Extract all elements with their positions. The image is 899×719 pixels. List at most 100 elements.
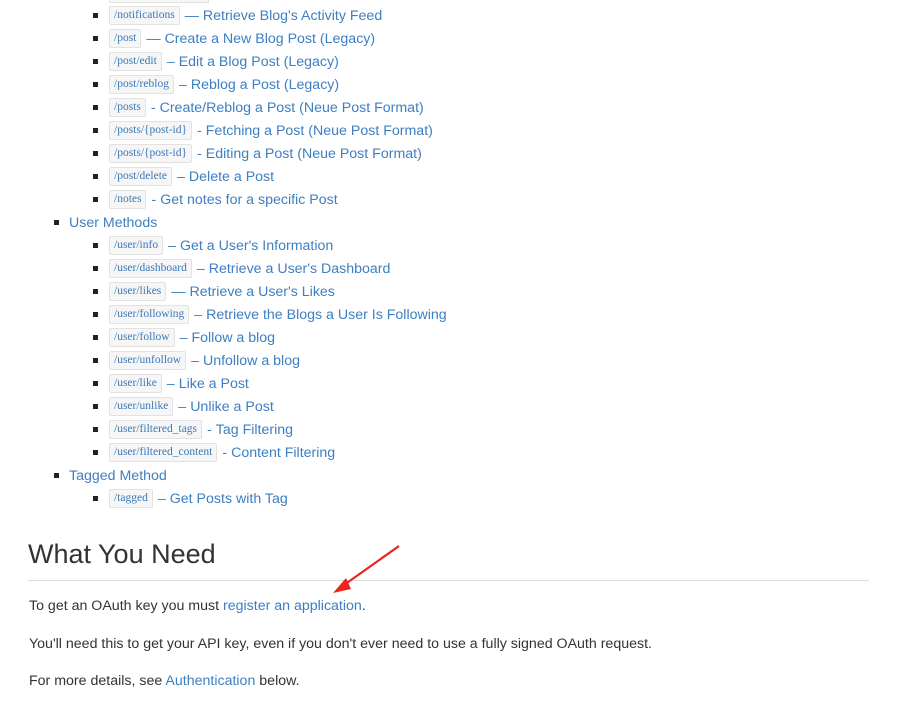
heading-divider (28, 580, 869, 581)
list-bullet (93, 312, 98, 317)
method-link[interactable]: Create a New Blog Post (Legacy) (165, 31, 376, 47)
method-link[interactable]: Like a Post (179, 376, 249, 392)
register-application-link[interactable]: register an application (223, 598, 362, 614)
user-methods-category: User Methods (69, 211, 157, 234)
method-link[interactable]: Tag Filtering (216, 422, 293, 438)
separator: – (196, 260, 205, 277)
endpoint-code: /notes (109, 190, 147, 209)
method-link[interactable]: Retrieve the Blogs a User Is Following (206, 307, 447, 323)
separator: — (171, 283, 186, 300)
list-bullet (93, 82, 98, 87)
user-methods-category-link[interactable]: User Methods (69, 215, 157, 231)
authentication-link[interactable]: Authentication (165, 673, 255, 689)
separator: – (166, 375, 175, 392)
endpoint-code: /user/info (109, 236, 164, 255)
method-link[interactable]: Get a User's Information (180, 238, 333, 254)
list-bullet (54, 220, 59, 225)
method-link[interactable]: Delete a Post (189, 169, 274, 185)
separator: – (178, 398, 187, 415)
method-link[interactable]: Content Filtering (231, 445, 335, 461)
list-item: /user/dashboard – Retrieve a User's Dashbo… (109, 257, 390, 280)
list-bullet (93, 36, 98, 41)
list-item: /notes - Get notes for a specific Post (109, 188, 338, 211)
separator: – (179, 329, 188, 346)
section-heading: What You Need (28, 539, 216, 569)
details-paragraph: For more details, see Authentication bel… (29, 673, 300, 689)
method-link[interactable]: Edit a Blog Post (Legacy) (179, 54, 339, 70)
endpoint-code: /posts/{post-id} (109, 144, 193, 163)
list-item: /user/filtered_content - Content Filtering (109, 441, 335, 464)
method-link[interactable]: Retrieve a User's Likes (189, 284, 334, 300)
list-bullet (93, 13, 98, 18)
separator: - (150, 99, 156, 116)
list-bullet (93, 289, 98, 294)
endpoint-code: /tagged (109, 489, 153, 508)
list-item: /post/delete – Delete a Post (109, 165, 274, 188)
list-item: /tagged – Get Posts with Tag (109, 487, 288, 510)
method-link[interactable]: Get Posts with Tag (170, 491, 288, 507)
endpoint-code: /user/likes (109, 282, 167, 301)
endpoint-code: /post (109, 29, 142, 48)
list-bullet (93, 151, 98, 156)
separator: - (151, 191, 157, 208)
clipped-code-box (109, 0, 209, 3)
method-link[interactable]: Unfollow a blog (203, 353, 300, 369)
list-item: /user/follow – Follow a blog (109, 326, 275, 349)
list-item: /posts/{post-id} - Editing a Post (Neue Po… (109, 142, 422, 165)
list-item: /post/edit – Edit a Blog Post (Legacy) (109, 50, 339, 73)
list-item: /user/filtered_tags - Tag Filtering (109, 418, 293, 441)
api-key-paragraph: You'll need this to get your API key, ev… (29, 636, 652, 652)
list-item: /post — Create a New Blog Post (Legacy) (109, 27, 375, 50)
method-link[interactable]: Get notes for a specific Post (160, 192, 337, 208)
oauth-text-end: . (361, 598, 366, 614)
list-bullet (93, 381, 98, 386)
method-link[interactable]: Retrieve a User's Dashboard (209, 261, 391, 277)
separator: – (194, 306, 203, 323)
endpoint-code: /user/filtered_tags (109, 420, 203, 439)
separator: - (207, 421, 212, 438)
separator: - (197, 122, 202, 139)
endpoint-code: /user/unlike (109, 397, 174, 416)
list-bullet (93, 427, 98, 432)
endpoint-code: /notifications (109, 6, 180, 25)
endpoint-code: /user/filtered_content (109, 443, 218, 462)
separator: – (191, 352, 199, 369)
details-text-end: below. (255, 673, 300, 689)
method-link[interactable]: Create/Reblog a Post (Neue Post Format) (160, 100, 424, 116)
list-bullet (93, 450, 98, 455)
list-bullet (93, 174, 98, 179)
list-bullet (93, 197, 98, 202)
tagged-method-category-link[interactable]: Tagged Method (69, 468, 167, 484)
endpoint-code: /posts/{post-id} (109, 121, 193, 140)
endpoint-code: /post/delete (109, 167, 173, 186)
separator: – (168, 237, 176, 254)
oauth-paragraph: To get an OAuth key you must register an… (29, 598, 366, 614)
list-bullet (54, 473, 59, 478)
endpoint-code: /post/reblog (109, 75, 174, 94)
tagged-method-category: Tagged Method (69, 464, 167, 487)
list-item: /user/like – Like a Post (109, 372, 249, 395)
endpoint-code: /user/dashboard (109, 259, 192, 278)
list-bullet (93, 358, 98, 363)
list-bullet (93, 105, 98, 110)
endpoint-code: /user/follow (109, 328, 175, 347)
list-bullet (93, 266, 98, 271)
method-link[interactable]: Retrieve Blog's Activity Feed (203, 8, 382, 24)
method-link[interactable]: Follow a blog (191, 330, 275, 346)
separator: – (178, 76, 187, 93)
method-link[interactable]: Fetching a Post (Neue Post Format) (206, 123, 433, 139)
list-item: /user/info – Get a User's Information (109, 234, 333, 257)
method-link[interactable]: Editing a Post (Neue Post Format) (206, 146, 422, 162)
endpoint-code: /user/unfollow (109, 351, 187, 370)
separator: - (222, 444, 228, 461)
list-item: /user/unlike – Unlike a Post (109, 395, 274, 418)
method-link[interactable]: Unlike a Post (190, 399, 274, 415)
oauth-text: To get an OAuth key you must (29, 598, 223, 614)
separator: – (177, 168, 185, 185)
method-link[interactable]: Reblog a Post (Legacy) (191, 77, 339, 93)
list-item: /notifications — Retrieve Blog's Activity … (109, 4, 382, 27)
list-item: /user/unfollow – Unfollow a blog (109, 349, 300, 372)
list-bullet (93, 243, 98, 248)
list-item: /user/following – Retrieve the Blogs a Use… (109, 303, 447, 326)
separator: — (146, 30, 161, 47)
